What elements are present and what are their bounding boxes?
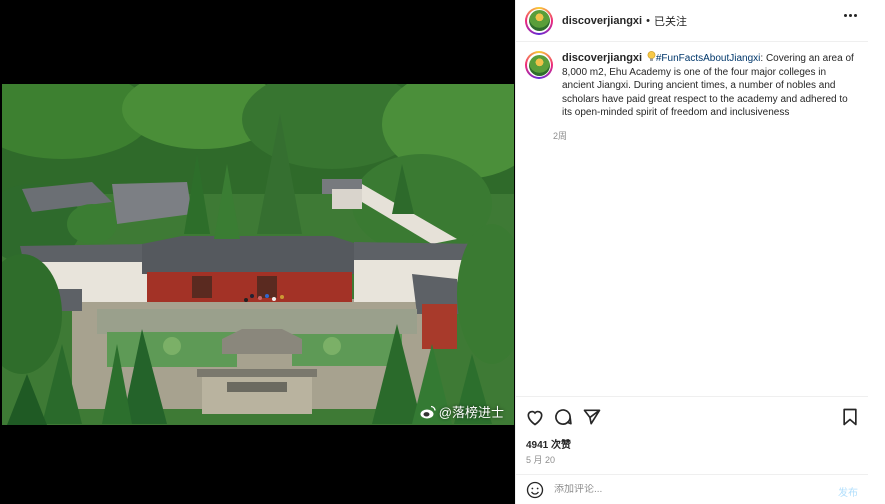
academy-aerial-photo bbox=[2, 84, 514, 425]
avatar-image bbox=[528, 10, 550, 31]
post-header: discoverjiangxi • 已关注 bbox=[516, 0, 869, 42]
caption-hashtag[interactable]: #FunFactsAboutJiangxi bbox=[656, 53, 761, 64]
bookmark-icon[interactable] bbox=[840, 407, 860, 427]
like-count[interactable]: 4941 次赞 bbox=[526, 436, 571, 451]
follow-status-button[interactable]: 已关注 bbox=[654, 13, 687, 29]
post-date: 5 月 20 bbox=[526, 455, 556, 465]
caption-username[interactable]: discoverjiangxi bbox=[562, 52, 642, 64]
more-horizontal-icon[interactable] bbox=[844, 14, 857, 17]
post-media[interactable]: @落榜进士 bbox=[0, 0, 515, 504]
lightbulb-icon bbox=[647, 51, 656, 61]
caption-avatar[interactable] bbox=[525, 51, 553, 79]
header-username[interactable]: discoverjiangxi bbox=[562, 15, 642, 27]
comment-bar: 发布 bbox=[516, 474, 869, 504]
post-comment-button[interactable]: 发布 bbox=[838, 484, 858, 499]
caption-text-block: discoverjiangxi #FunFactsAboutJiangxi: C… bbox=[562, 51, 855, 120]
post-photo[interactable]: @落榜进士 bbox=[2, 84, 514, 425]
avatar[interactable] bbox=[525, 6, 553, 35]
comment-icon[interactable] bbox=[553, 407, 573, 427]
header-separator: • bbox=[646, 14, 650, 27]
watermark-text: @落榜进士 bbox=[438, 405, 504, 420]
smile-icon[interactable] bbox=[526, 481, 544, 499]
weibo-icon bbox=[420, 405, 436, 418]
post-details-panel: discoverjiangxi • 已关注 discoverjiangxi #F… bbox=[515, 0, 869, 504]
photo-watermark: @落榜进士 bbox=[420, 402, 504, 421]
action-bar bbox=[516, 396, 869, 432]
comment-input[interactable] bbox=[554, 484, 824, 495]
heart-icon[interactable] bbox=[525, 407, 545, 427]
page-margin bbox=[868, 0, 885, 504]
caption-timestamp: 2周 bbox=[553, 130, 568, 141]
post-caption: discoverjiangxi #FunFactsAboutJiangxi: C… bbox=[525, 51, 855, 142]
share-icon[interactable] bbox=[582, 407, 602, 427]
